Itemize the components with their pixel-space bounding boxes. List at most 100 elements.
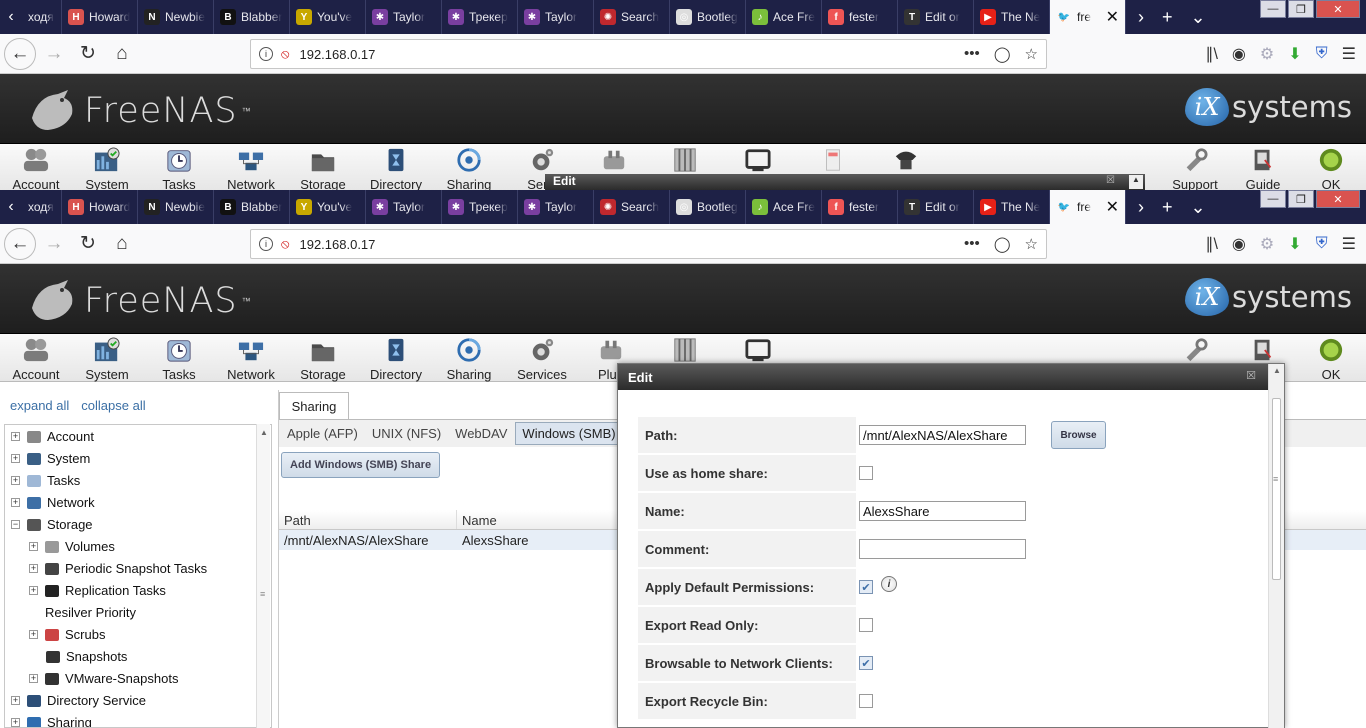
tree-item[interactable]: Snapshots — [5, 645, 271, 667]
browser-tab[interactable]: ✱ Трекер — [442, 0, 518, 34]
tab-scroll-right-icon[interactable]: › — [1138, 7, 1144, 28]
toolbar-system-button[interactable]: System — [71, 146, 143, 192]
field-checkbox-7[interactable] — [859, 694, 873, 708]
toolbar-jails-button[interactable] — [649, 146, 721, 174]
dialog-scroll-thumb[interactable] — [1272, 398, 1281, 580]
expand-toggle-icon[interactable]: + — [29, 629, 38, 639]
new-tab-icon[interactable]: + — [1162, 197, 1173, 218]
bookmark-star-icon[interactable]: ☆ — [1025, 235, 1038, 253]
tree-item[interactable]: − Storage — [5, 513, 271, 535]
field-input-0[interactable] — [859, 425, 1026, 445]
expand-toggle-icon[interactable]: + — [11, 475, 20, 485]
browser-tab[interactable]: T Edit or — [898, 0, 974, 34]
tree-item[interactable]: + VMware-Snapshots — [5, 667, 271, 689]
toolbar-network-button[interactable]: Network — [215, 336, 287, 382]
toolbar-guide-button[interactable]: Guide — [1227, 146, 1299, 192]
back-arrow-icon[interactable]: ← — [4, 37, 36, 70]
toolbar-storage-button[interactable]: Storage — [287, 336, 359, 382]
protocol-tab[interactable]: Windows (SMB) — [515, 422, 623, 445]
protocol-tab[interactable]: UNIX (NFS) — [366, 423, 447, 444]
dialog-scroll-up-icon[interactable]: ▲ — [1273, 366, 1281, 375]
site-info-icon[interactable]: i — [259, 47, 273, 61]
protocol-tab[interactable]: Apple (AFP) — [281, 423, 364, 444]
tab-close-icon[interactable]: ✕ — [1106, 7, 1119, 27]
extension-icon[interactable]: ⚙ — [1260, 234, 1274, 254]
toolbar-guide-button[interactable] — [1227, 336, 1299, 364]
new-tab-icon[interactable]: + — [1162, 7, 1173, 28]
tab-list-icon[interactable]: ⌄ — [1191, 7, 1206, 28]
hamburger-menu-icon[interactable]: ☰ — [1342, 44, 1356, 64]
tab-sharing[interactable]: Sharing — [279, 392, 349, 420]
shield-icon[interactable]: ⛨ — [1316, 45, 1328, 63]
protocol-tab[interactable]: WebDAV — [449, 423, 513, 444]
toolbar-directory-button[interactable]: Directory — [360, 146, 432, 192]
expand-toggle-icon[interactable]: + — [11, 695, 20, 705]
browser-tab[interactable]: N Newbie — [138, 0, 214, 34]
browser-tab[interactable]: N Newbie — [138, 190, 214, 224]
home-icon[interactable]: ⌂ — [106, 38, 138, 70]
browser-tab[interactable]: ◎ Bootleg — [670, 190, 746, 224]
bookmark-star-icon[interactable]: ☆ — [1025, 45, 1038, 63]
browser-tab[interactable]: 🐦 fre ✕ — [1050, 0, 1126, 34]
site-info-icon[interactable]: i — [259, 237, 273, 251]
library-icon[interactable]: ∥\ — [1205, 234, 1217, 254]
tab-scroll-left-icon[interactable]: ‹ — [0, 190, 22, 224]
toolbar-jails-button[interactable] — [649, 336, 721, 364]
tree-item[interactable]: + Directory Service — [5, 689, 271, 711]
url-bar[interactable]: i ⦸ 192.168.0.17 ••• ◯ ☆ — [250, 229, 1047, 259]
expand-toggle-icon[interactable]: + — [29, 563, 38, 573]
browser-tab[interactable]: ✺ Search — [594, 0, 670, 34]
shield-icon[interactable]: ⛨ — [1316, 235, 1328, 253]
browser-tab[interactable]: H Howard — [62, 190, 138, 224]
tab-scroll-right-icon[interactable]: › — [1138, 197, 1144, 218]
toolbar-sharing-button[interactable]: Sharing — [433, 146, 505, 192]
url-text[interactable]: 192.168.0.17 — [299, 237, 375, 252]
dialog-scrollbar[interactable]: ▲ ≡ — [1268, 364, 1284, 728]
info-icon[interactable]: i — [881, 576, 897, 592]
browser-tab[interactable]: B Blabber — [214, 0, 290, 34]
tree-item[interactable]: + Volumes — [5, 535, 271, 557]
field-checkbox-1[interactable] — [859, 466, 873, 480]
tree-item[interactable]: + Sharing — [5, 711, 271, 727]
browser-tab[interactable]: 🐦 fre ✕ — [1050, 190, 1126, 224]
browser-tab[interactable]: ходя — [22, 0, 62, 34]
field-checkbox-4[interactable]: ✔ — [859, 580, 873, 594]
toolbar-display-button[interactable] — [870, 146, 942, 174]
toolbar-network-button[interactable]: Network — [215, 146, 287, 192]
add-smb-share-button[interactable]: Add Windows (SMB) Share — [281, 452, 441, 478]
toolbar-account-button[interactable]: Account — [0, 146, 72, 192]
browser-tab[interactable]: ✱ Taylor — [366, 190, 442, 224]
field-input-3[interactable] — [859, 539, 1026, 559]
field-input-2[interactable] — [859, 501, 1026, 521]
toolbar-storage-button[interactable]: Storage — [287, 146, 359, 192]
collapse-all-link[interactable]: collapse all — [81, 398, 145, 413]
browser-tab[interactable]: Y You've — [290, 0, 366, 34]
toolbar-support-button[interactable]: Support — [1159, 146, 1231, 192]
toolbar-account-button[interactable]: Account — [0, 336, 72, 382]
minimize-icon[interactable]: — — [1260, 190, 1286, 208]
toolbar-services-button[interactable]: Services — [506, 336, 578, 382]
tab-scroll-left-icon[interactable]: ‹ — [0, 0, 22, 34]
toolbar-directory-button[interactable]: Directory — [360, 336, 432, 382]
browser-tab[interactable]: H Howard — [62, 0, 138, 34]
sync-icon[interactable]: ◉ — [1232, 234, 1246, 254]
toolbar-sharing-button[interactable]: Sharing — [433, 336, 505, 382]
dialog-titlebar[interactable]: Edit ☒ — [618, 364, 1284, 390]
tree-item[interactable]: + Tasks — [5, 469, 271, 491]
window-close-icon[interactable]: ✕ — [1316, 0, 1360, 18]
expand-toggle-icon[interactable]: − — [11, 519, 20, 529]
maximize-icon[interactable]: ❐ — [1288, 190, 1314, 208]
tree-item[interactable]: + Network — [5, 491, 271, 513]
expand-toggle-icon[interactable]: + — [29, 541, 38, 551]
browser-tab[interactable]: ✺ Search — [594, 190, 670, 224]
toolbar-system-button[interactable]: System — [71, 336, 143, 382]
toolbar-tasks-button[interactable]: Tasks — [143, 146, 215, 192]
browser-tab[interactable]: ✱ Taylor — [518, 0, 594, 34]
browser-tab[interactable]: f fester — [822, 190, 898, 224]
scroll-up-icon[interactable]: ▲ — [260, 428, 268, 437]
page-actions-icon[interactable]: ••• — [964, 235, 980, 253]
download-arrow-icon[interactable]: ⬇ — [1288, 44, 1301, 64]
back-arrow-icon[interactable]: ← — [4, 227, 36, 260]
browser-tab[interactable]: ◎ Bootleg — [670, 0, 746, 34]
tree-scrollbar[interactable]: ▲ ≡ — [256, 424, 270, 728]
